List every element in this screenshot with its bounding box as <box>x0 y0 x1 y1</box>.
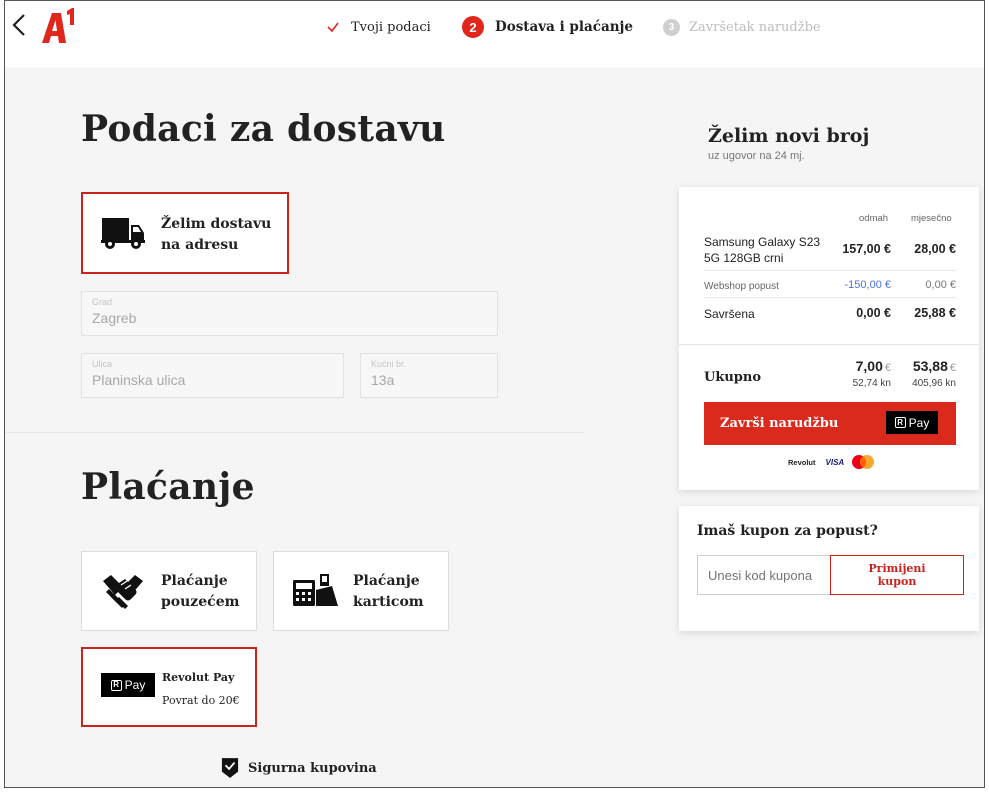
coupon-code-input[interactable] <box>697 555 831 595</box>
tariff-monthly: 25,88 € <box>914 306 956 320</box>
col-now-header: odmah <box>859 213 889 224</box>
apply-coupon-button[interactable]: Primijeni kupon <box>830 555 964 595</box>
summary-subtitle: uz ugovor na 24 mj. <box>708 150 805 162</box>
check-icon <box>327 22 339 33</box>
section-divider <box>5 432 585 433</box>
total-now-kn: 52,74 kn <box>852 378 891 389</box>
delivery-option-label: Želim dostavu na adresu <box>161 216 272 253</box>
payment-title: Plaćanje <box>81 466 255 508</box>
step-label: Tvoji podaci <box>351 19 431 35</box>
card-terminal-icon <box>293 574 338 606</box>
total-monthly-kn: 405,96 kn <box>912 378 956 389</box>
secure-purchase-label: Sigurna kupovina <box>248 760 377 776</box>
discount-monthly: 0,00 € <box>925 279 956 291</box>
page-frame: Tvoji podaci 2 Dostava i plaćanje 3 Zavr… <box>4 0 985 788</box>
delivery-title: Podaci za dostavu <box>81 108 446 150</box>
row-separator <box>704 270 956 271</box>
city-field-label: Grad <box>92 297 113 307</box>
street-field-label: Ulica <box>92 359 113 369</box>
house-number-field-value: 13a <box>371 372 395 388</box>
payment-card-option[interactable]: Plaćanje karticom <box>273 551 449 631</box>
coupon-title: Imaš kupon za popust? <box>697 523 878 539</box>
truck-icon <box>101 218 145 249</box>
house-number-field-label: Kućni br. <box>371 359 407 369</box>
step-number: 3 <box>663 18 680 36</box>
mastercard-icon <box>852 455 875 469</box>
complete-order-button[interactable]: Završi narudžbu R Pay <box>704 402 956 445</box>
step-order-completion: 3 Završetak narudžbe <box>663 18 821 36</box>
total-monthly: 53,88 € <box>912 358 956 374</box>
secure-purchase: Sigurna kupovina <box>221 757 377 779</box>
header: Tvoji podaci 2 Dostava i plaćanje 3 Zavr… <box>5 1 984 67</box>
revolut-logo: Revolut <box>788 457 816 467</box>
city-field-value: Zagreb <box>92 310 137 326</box>
handshake-icon <box>103 575 143 609</box>
revolut-badge-label: Pay <box>124 678 146 692</box>
street-field[interactable]: Ulica Planinska ulica <box>81 353 344 398</box>
cash-on-delivery-label: Plaćanje pouzećem <box>161 573 240 610</box>
complete-order-label: Završi narudžbu <box>720 416 839 431</box>
payment-revolut-option[interactable]: R Pay Revolut Pay Povrat do 20€ <box>81 647 257 727</box>
cta-badge-label: Pay <box>908 415 930 430</box>
step-label: Završetak narudžbe <box>689 19 821 35</box>
discount-now: -150,00 € <box>844 279 891 291</box>
payment-cash-on-delivery-option[interactable]: Plaćanje pouzećem <box>81 551 257 631</box>
tariff-now: 0,00 € <box>856 306 891 320</box>
delivery-to-address-option[interactable]: Želim dostavu na adresu <box>81 192 289 274</box>
revolut-title: Revolut Pay <box>162 671 235 684</box>
visa-logo: VISA <box>825 457 845 467</box>
back-arrow-icon[interactable] <box>9 11 31 41</box>
total-label: Ukupno <box>704 370 762 385</box>
product-price-now: 157,00 € <box>842 242 891 256</box>
discount-label: Webshop popust <box>704 281 779 292</box>
house-number-field[interactable]: Kućni br. 13a <box>360 353 498 398</box>
tariff-label: Savršena <box>704 307 755 321</box>
step-label: Dostava i plaćanje <box>495 19 633 35</box>
street-field-value: Planinska ulica <box>92 372 186 388</box>
revolut-subtitle: Povrat do 20€ <box>162 694 240 707</box>
revolut-icon: R <box>110 679 122 691</box>
revolut-pay-badge: R Pay <box>101 673 155 697</box>
product-price-monthly: 28,00 € <box>914 242 956 256</box>
city-field[interactable]: Grad Zagreb <box>81 291 498 336</box>
card-payment-label: Plaćanje karticom <box>353 573 424 610</box>
a1-logo[interactable] <box>39 7 79 45</box>
step-number: 2 <box>462 16 484 38</box>
revolut-icon: R <box>894 417 906 428</box>
step-delivery-payment: 2 Dostava i plaćanje <box>462 16 633 38</box>
col-monthly-header: mjesečno <box>911 213 952 224</box>
total-now: 7,00 € <box>855 358 891 374</box>
revolut-pay-badge: R Pay <box>886 411 938 434</box>
accepted-payment-methods: Revolut VISA <box>788 454 876 470</box>
row-separator <box>704 297 956 298</box>
product-name: Samsung Galaxy S23 5G 128GB crni <box>704 235 821 265</box>
step-personal-data[interactable]: Tvoji podaci <box>325 19 431 35</box>
shield-check-icon <box>221 758 239 778</box>
summary-title: Želim novi broj <box>708 125 870 147</box>
